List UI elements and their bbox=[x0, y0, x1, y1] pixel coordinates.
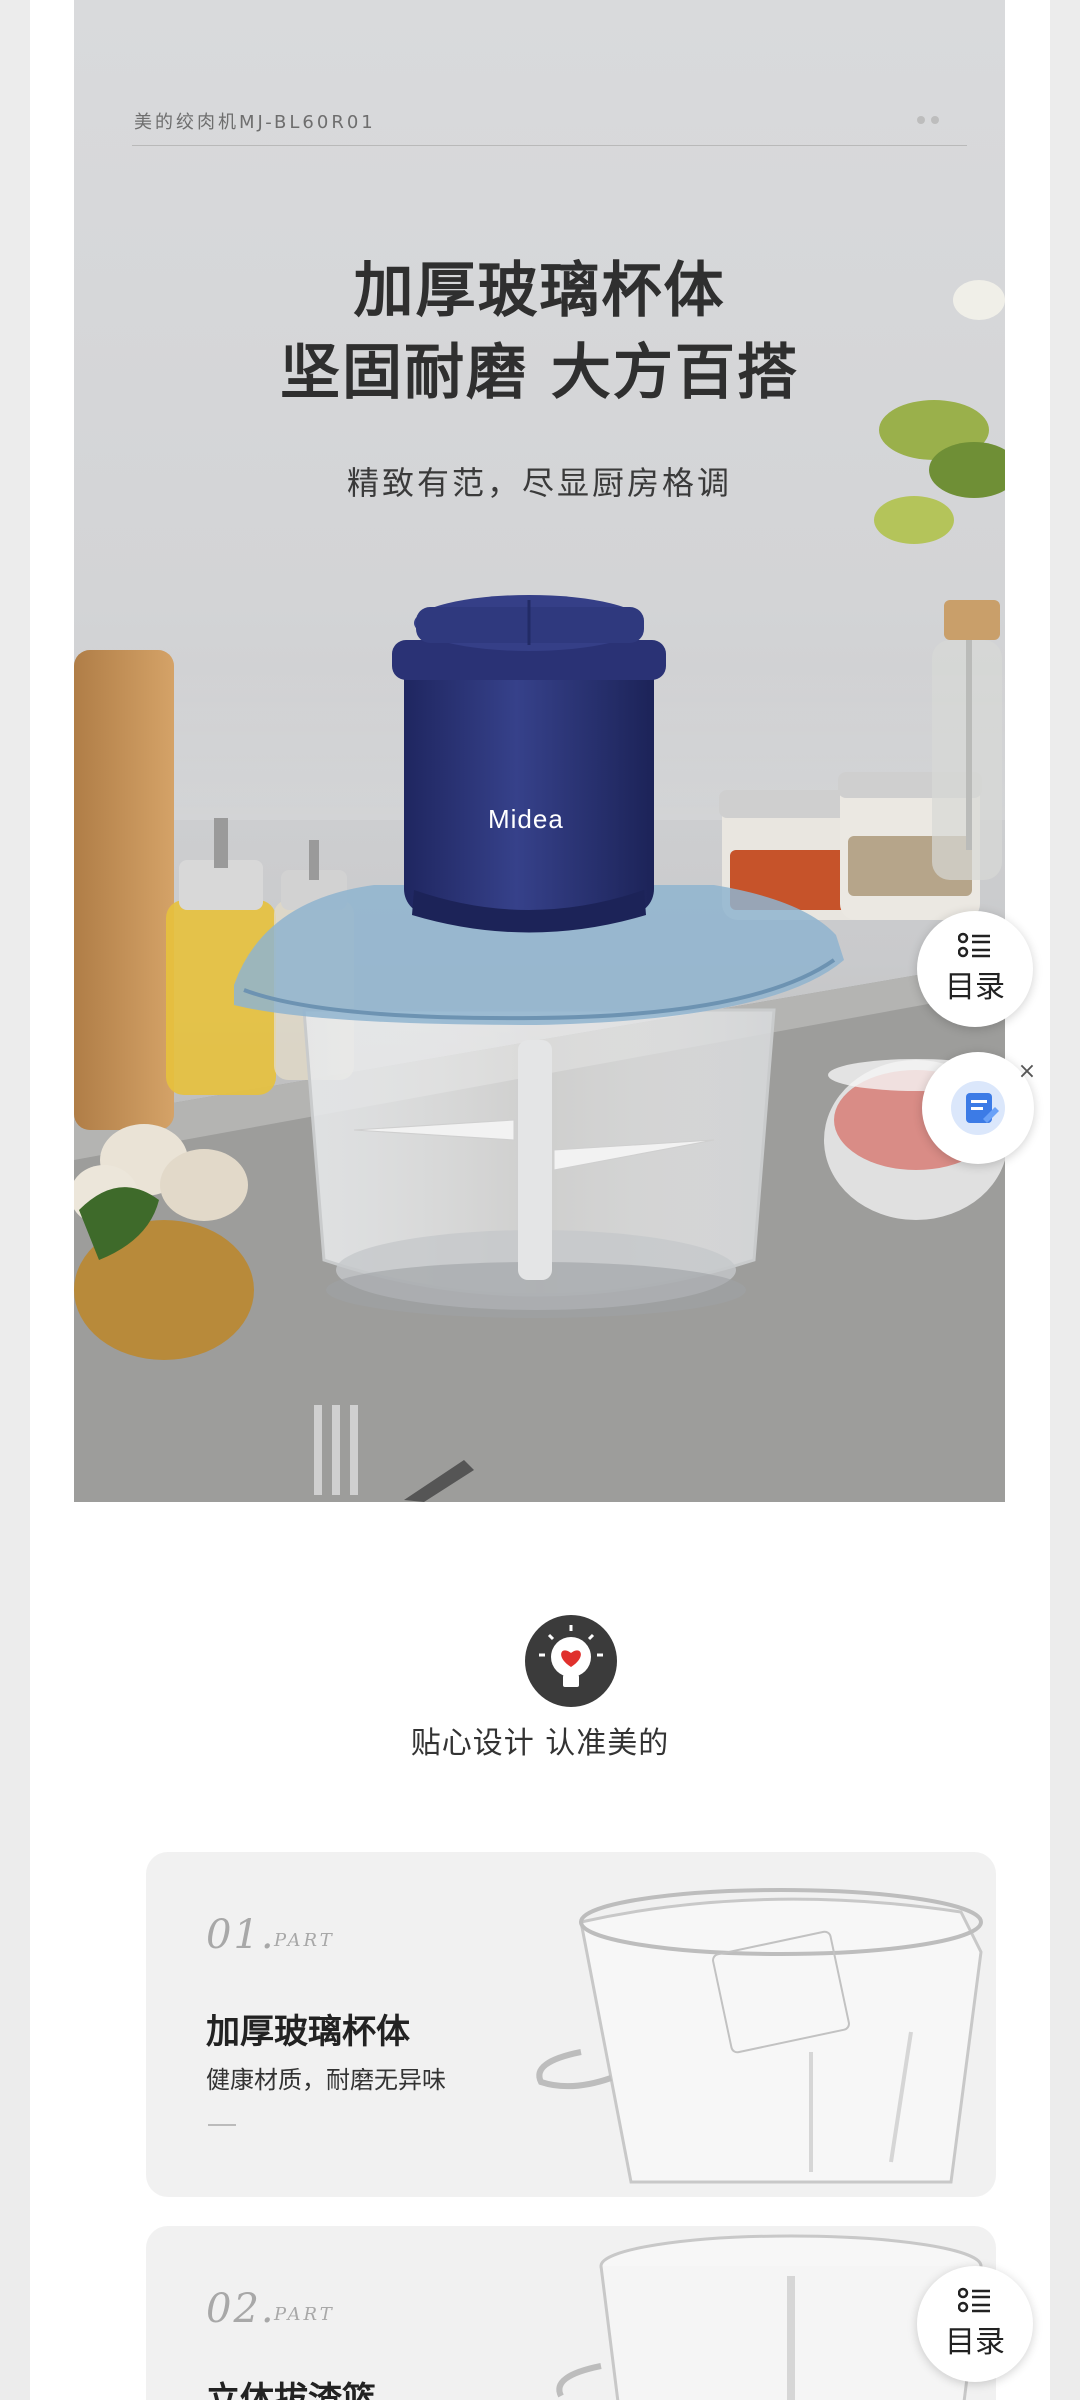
brand-logo: Midea bbox=[488, 804, 564, 834]
list-icon bbox=[958, 932, 990, 958]
toc-label: 目录 bbox=[945, 970, 1005, 1005]
caption-divider bbox=[132, 145, 967, 146]
hero-title-line2: 坚固耐磨 大方百搭 bbox=[280, 338, 799, 408]
hero-subtitle: 精致有范，尽显厨房格调 bbox=[346, 464, 732, 502]
toc-button[interactable]: 目录 bbox=[917, 911, 1033, 1027]
card-title: 立体拔渣篮 bbox=[206, 2380, 376, 2400]
feature-section-heading: 贴心设计 认准美的 bbox=[410, 1726, 670, 1761]
heart-bulb-icon bbox=[525, 1615, 617, 1707]
product-model-caption: 美的绞肉机MJ-BL60R01 bbox=[134, 112, 376, 133]
card-number: 02. bbox=[206, 2286, 276, 2332]
card-description: 健康材质，耐磨无异味 bbox=[206, 2066, 446, 2094]
hero-title: 加厚玻璃杯体 坚固耐磨 大方百搭 bbox=[74, 250, 1005, 414]
hero-product-image: 美的绞肉机MJ-BL60R01 加厚玻璃杯体 坚固耐磨 大方百搭 精致有范，尽显… bbox=[74, 0, 1005, 1502]
list-icon bbox=[958, 2287, 990, 2313]
hero-title-line1: 加厚玻璃杯体 bbox=[353, 256, 726, 326]
card-title: 加厚玻璃杯体 bbox=[206, 2012, 410, 2052]
document-icon bbox=[951, 1081, 1005, 1135]
feature-card-2[interactable]: 02. PART 立体拔渣篮 bbox=[146, 2226, 996, 2400]
card-dash bbox=[208, 2124, 236, 2126]
card-part-label: PART bbox=[274, 1930, 335, 1951]
card-part-label: PART bbox=[274, 2304, 335, 2325]
close-icon[interactable]: × bbox=[1014, 1059, 1040, 1085]
toc-label: 目录 bbox=[945, 2325, 1005, 2360]
kitchen-scene-illustration bbox=[74, 280, 1005, 1502]
page-container: 美的绞肉机MJ-BL60R01 加厚玻璃杯体 坚固耐磨 大方百搭 精致有范，尽显… bbox=[30, 0, 1050, 2400]
card-number: 01. bbox=[206, 1912, 276, 1958]
feature-card-1[interactable]: 01. PART 加厚玻璃杯体 健康材质，耐磨无异味 bbox=[146, 1852, 996, 2197]
toc-button-bottom[interactable]: 目录 bbox=[917, 2266, 1033, 2382]
carousel-dots bbox=[917, 116, 939, 124]
glass-bowl-image bbox=[536, 1888, 983, 2184]
